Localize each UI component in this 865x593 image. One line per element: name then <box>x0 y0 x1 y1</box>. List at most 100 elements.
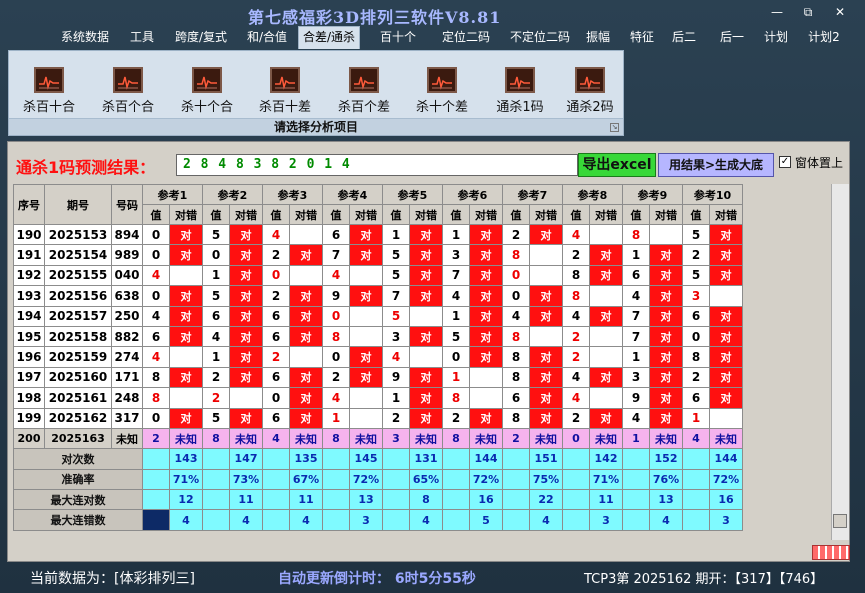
menu-item-4[interactable]: 合差/通杀 <box>298 26 360 49</box>
table-row[interactable]: 194 2025157 250 4 对 6 对 6 对 0 5 1 对 4 对 4 对 7 对 6 对 <box>13 305 743 327</box>
ribbon-expand-icon[interactable]: ↘ <box>610 123 619 132</box>
table-row[interactable]: 192 2025155 040 4 1 对 0 4 5 对 7 对 0 8 对 6 对 5 对 <box>13 264 743 287</box>
table-row[interactable]: 197 2025160 171 8 对 2 对 6 对 2 对 9 对 1 8 对 4 对 3 对 2 对 <box>13 366 743 389</box>
stats-value: 72% <box>469 468 503 491</box>
correct-subheader: 对错 <box>169 204 203 225</box>
seq-cell: 191 <box>13 244 45 266</box>
ribbon-button-7[interactable]: 通杀2码 <box>555 67 625 117</box>
stats-label: 准确率 <box>13 468 143 491</box>
stay-on-top-checkbox[interactable]: ✓ <box>779 156 791 168</box>
value-subheader: 值 <box>502 204 530 225</box>
menu-item-6[interactable]: 定位二码 <box>434 27 498 49</box>
value-cell: 5 <box>682 223 710 246</box>
number-cell: 894 <box>111 223 143 246</box>
stats-spacer <box>142 468 170 491</box>
stats-value: 143 <box>169 448 203 470</box>
table-row[interactable]: 199 2025162 317 0 对 5 对 6 对 1 2 对 2 对 8 对 2 对 4 对 1 <box>13 407 743 429</box>
stats-row: 最大连对数 12 11 11 13 8 16 22 11 13 16 <box>13 489 743 511</box>
hit-cell: 对 <box>349 223 383 246</box>
column-header: 期号 <box>44 184 112 225</box>
close-button[interactable]: ✕ <box>828 4 852 20</box>
minimize-button[interactable]: — <box>765 4 789 20</box>
generate-base-button[interactable]: 用结果>生成大底 <box>658 153 774 177</box>
stats-value: 4 <box>649 509 683 531</box>
export-excel-button[interactable]: 导出excel <box>578 153 656 177</box>
stats-spacer <box>502 448 530 470</box>
hit-cell: 对 <box>349 366 383 389</box>
stats-spacer <box>622 468 650 491</box>
chart-icon <box>270 67 300 93</box>
ribbon-group-label: 请选择分析项目 <box>9 118 623 135</box>
ribbon-button-3[interactable]: 杀百十差 <box>250 67 320 117</box>
vertical-scrollbar[interactable] <box>831 184 849 540</box>
menu-item-0[interactable]: 系统数据 <box>56 27 114 49</box>
table-row[interactable]: 190 2025153 894 0 对 5 对 4 6 对 1 对 1 对 2 对 4 8 5 对 <box>13 223 743 246</box>
correct-subheader: 对错 <box>289 204 323 225</box>
seq-cell: 200 <box>13 427 45 450</box>
hit-cell: 对 <box>169 244 203 266</box>
period-cell: 2025153 <box>44 223 112 246</box>
table-row[interactable]: 198 2025161 248 8 2 0 对 4 1 对 8 6 对 4 9 对 6 对 <box>13 387 743 409</box>
period-cell: 2025156 <box>44 285 112 307</box>
value-cell: 8 <box>142 387 170 409</box>
value-cell: 4 <box>562 223 590 246</box>
menu-item-3[interactable]: 和/合值 <box>242 27 292 49</box>
hit-cell: 对 <box>409 285 443 307</box>
menu-item-12[interactable]: 计划 <box>758 27 794 49</box>
table-row[interactable]: 193 2025156 638 0 对 5 对 2 对 9 对 7 对 4 对 0 对 8 4 对 3 <box>13 285 743 307</box>
stats-spacer <box>322 448 350 470</box>
unknown-cell: 未知 <box>169 427 203 450</box>
hit-cell: 对 <box>649 285 683 307</box>
hit-cell: 对 <box>649 325 683 348</box>
menu-item-7[interactable]: 不定位二码 <box>506 27 574 49</box>
value-cell: 2 <box>202 387 230 409</box>
unknown-cell: 未知 <box>289 427 323 450</box>
stats-spacer <box>262 509 290 531</box>
period-cell: 2025159 <box>44 346 112 368</box>
stay-on-top-label: 窗体置上 <box>795 156 844 170</box>
menu-item-8[interactable]: 振幅 <box>580 27 616 49</box>
hit-cell: 对 <box>709 264 743 287</box>
hit-cell: 对 <box>289 387 323 409</box>
ribbon-button-1[interactable]: 杀百个合 <box>93 67 163 117</box>
ribbon-button-0[interactable]: 杀百十合 <box>14 67 84 117</box>
value-cell: 4 <box>682 427 710 450</box>
menu-item-1[interactable]: 工具 <box>124 27 160 49</box>
ribbon-button-4[interactable]: 杀百个差 <box>329 67 399 117</box>
table-row[interactable]: 191 2025154 989 0 对 0 对 2 对 7 对 5 对 3 对 8 2 对 1 对 2 对 <box>13 244 743 266</box>
stats-spacer <box>562 468 590 491</box>
ribbon-button-label: 杀百个合 <box>101 100 154 115</box>
value-cell: 1 <box>622 346 650 368</box>
value-cell: 5 <box>442 325 470 348</box>
value-cell: 0 <box>322 346 350 368</box>
table-row[interactable]: 200 2025163 未知 2 未知 8 未知 4 未知 8 未知 3 未知 8 未知 2 未知 0 未知 1 未知 4… <box>13 427 743 450</box>
ribbon-button-6[interactable]: 通杀1码 <box>485 67 555 117</box>
ribbon-button-2[interactable]: 杀十个合 <box>172 67 242 117</box>
table-row[interactable]: 195 2025158 882 6 对 4 对 6 对 8 3 对 5 对 8 2 7 对 0 对 <box>13 325 743 348</box>
menu-item-9[interactable]: 特征 <box>624 27 660 49</box>
table-row[interactable]: 196 2025159 274 4 1 对 2 0 对 4 0 对 8 对 2 1 对 8 对 <box>13 346 743 368</box>
menu-item-5[interactable]: 百十个 <box>376 27 420 49</box>
menu-item-2[interactable]: 跨度/复式 <box>168 27 234 49</box>
menu-item-11[interactable]: 后一 <box>714 27 750 49</box>
scrollbar-thumb[interactable] <box>833 514 847 528</box>
hit-cell: 对 <box>409 223 443 246</box>
correct-subheader: 对错 <box>349 204 383 225</box>
ribbon-button-label: 杀十个合 <box>180 100 233 115</box>
correct-subheader: 对错 <box>529 204 563 225</box>
value-cell: 1 <box>442 366 470 389</box>
value-subheader: 值 <box>622 204 650 225</box>
period-cell: 2025162 <box>44 407 112 429</box>
value-cell: 5 <box>382 305 410 327</box>
menu-item-10[interactable]: 后二 <box>664 27 704 49</box>
prediction-result-field[interactable]: 2 8 4 8 3 8 2 0 1 4 <box>176 154 578 176</box>
value-cell: 4 <box>622 285 650 307</box>
hit-cell: 对 <box>289 244 323 266</box>
menu-item-13[interactable]: 计划2 <box>800 27 848 49</box>
ribbon-button-5[interactable]: 杀十个差 <box>407 67 477 117</box>
app-window: 第七感福彩3D排列三软件V8.81 — ⧉ ✕ 系统数据 工具 跨度/复式 和/合值合… <box>0 0 865 593</box>
stats-spacer <box>262 489 290 511</box>
stats-value: 147 <box>229 448 263 470</box>
maximize-button[interactable]: ⧉ <box>796 4 820 20</box>
stats-spacer <box>682 448 710 470</box>
